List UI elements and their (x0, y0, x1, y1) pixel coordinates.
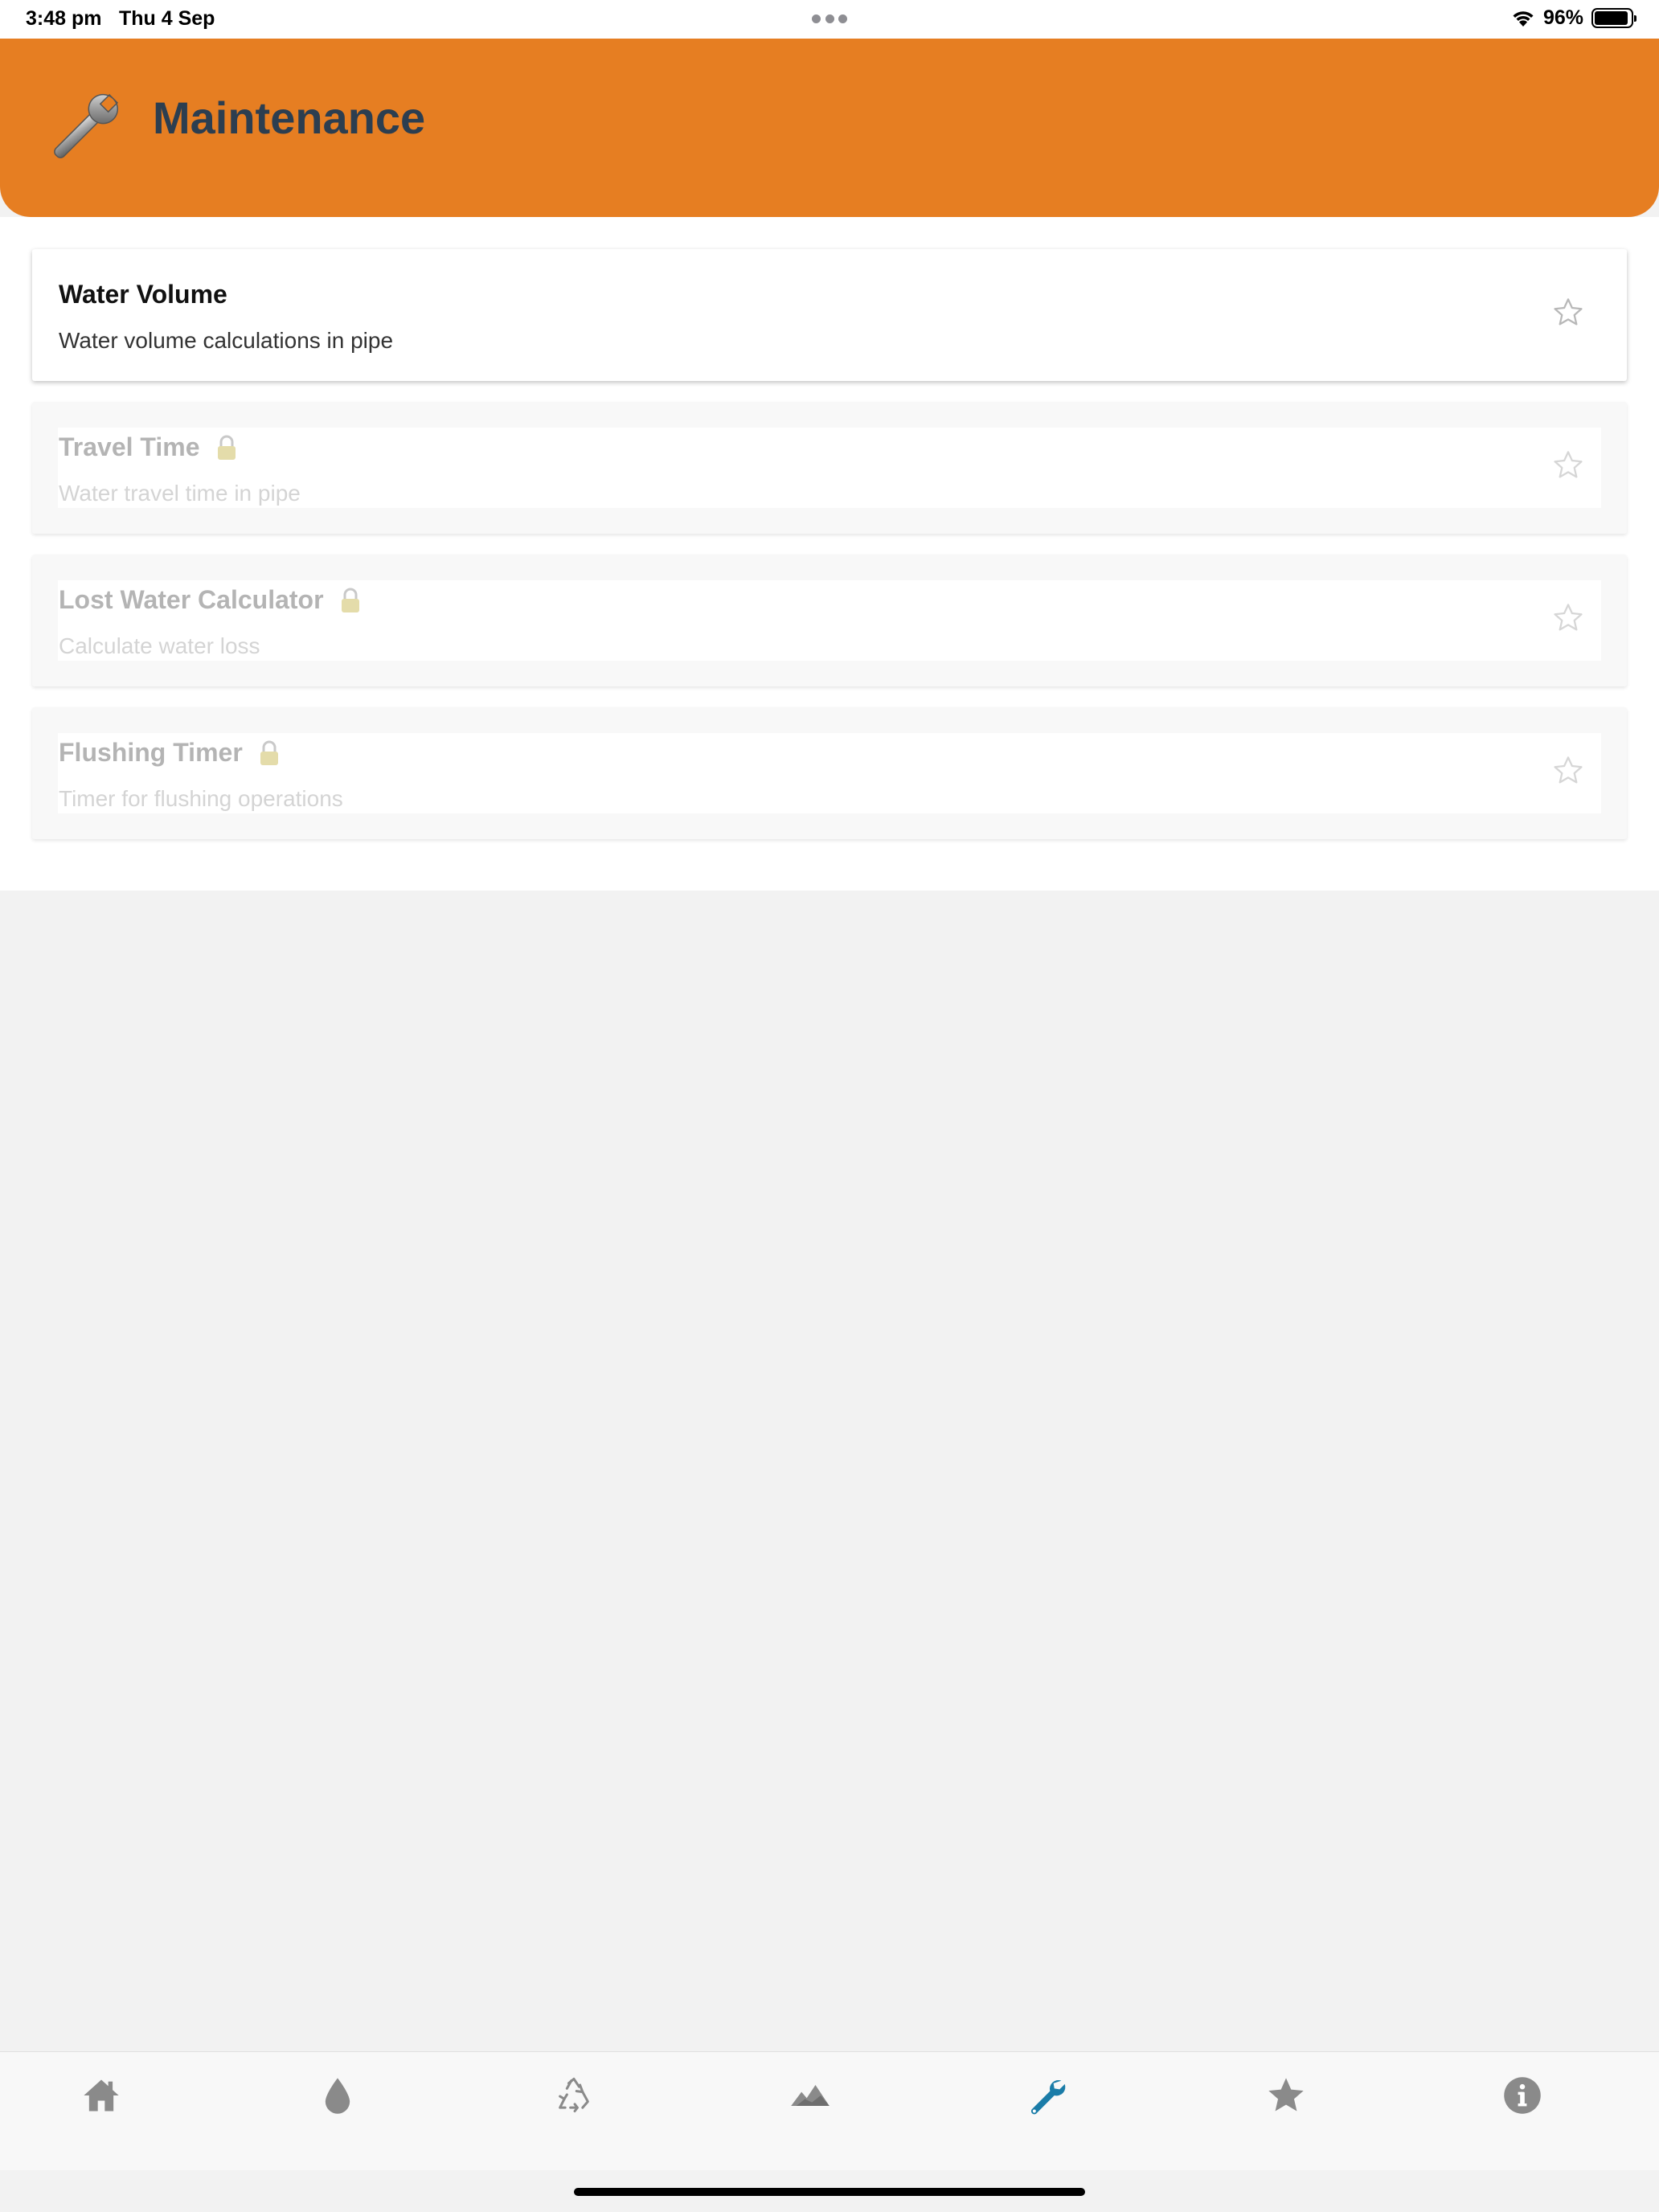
item-subtitle: Water travel time in pipe (59, 481, 301, 506)
tab-info[interactable] (1498, 2071, 1546, 2120)
app-root: 3:48 pm Thu 4 Sep 96% Maintenance Water … (0, 0, 1659, 2212)
favorite-star-icon[interactable] (1551, 754, 1585, 788)
water-drop-icon (325, 2078, 350, 2114)
lock-icon (217, 435, 236, 460)
item-subtitle: Timer for flushing operations (59, 786, 343, 811)
list-item-lost-water-calculator[interactable]: Lost Water Calculator Calculate water lo… (32, 555, 1627, 686)
item-title: Lost Water Calculator (59, 585, 363, 615)
favorite-star-icon[interactable] (1551, 601, 1585, 635)
tool-list: Water Volume Water volume calculations i… (0, 217, 1659, 891)
tab-terrain[interactable] (786, 2071, 834, 2120)
page-header: Maintenance (0, 39, 1659, 217)
favorite-star-icon[interactable] (1551, 449, 1585, 482)
lock-icon (341, 588, 359, 612)
status-date: Thu 4 Sep (119, 7, 215, 30)
tab-bar (0, 2051, 1659, 2170)
wrench-icon (1030, 2079, 1066, 2115)
favorite-star-icon[interactable] (1551, 296, 1585, 330)
tab-favorites[interactable] (1262, 2071, 1310, 2120)
item-title: Flushing Timer (59, 738, 281, 768)
tab-recycle[interactable] (550, 2071, 598, 2120)
tab-maintenance[interactable] (1022, 2071, 1071, 2120)
tab-home[interactable] (77, 2071, 125, 2120)
wrench-icon (54, 93, 119, 158)
multitasking-dots-icon[interactable] (812, 14, 847, 24)
tab-water[interactable] (313, 2071, 362, 2120)
status-right: 96% (1511, 6, 1636, 30)
home-indicator[interactable] (574, 2188, 1085, 2196)
item-title: Water Volume (59, 280, 227, 309)
wifi-icon (1513, 10, 1534, 27)
list-item-water-volume[interactable]: Water Volume Water volume calculations i… (32, 249, 1627, 381)
list-item-flushing-timer[interactable]: Flushing Timer Timer for flushing operat… (32, 707, 1627, 839)
item-subtitle: Calculate water loss (59, 633, 260, 658)
star-icon (1268, 2078, 1304, 2112)
item-subtitle: Water volume calculations in pipe (59, 328, 394, 353)
home-icon (84, 2079, 119, 2112)
recycle-icon (559, 2077, 589, 2113)
list-item-travel-time[interactable]: Travel Time Water travel time in pipe (32, 402, 1627, 534)
page-title: Maintenance (153, 92, 426, 143)
battery-icon (1591, 8, 1636, 28)
battery-percentage: 96% (1542, 6, 1583, 29)
lock-icon (260, 740, 278, 765)
status-bar: 3:48 pm Thu 4 Sep 96% (0, 0, 1659, 39)
info-icon (1504, 2077, 1541, 2114)
item-title: Travel Time (59, 432, 239, 462)
mountains-icon (791, 2085, 830, 2106)
status-time: 3:48 pm (26, 7, 102, 30)
